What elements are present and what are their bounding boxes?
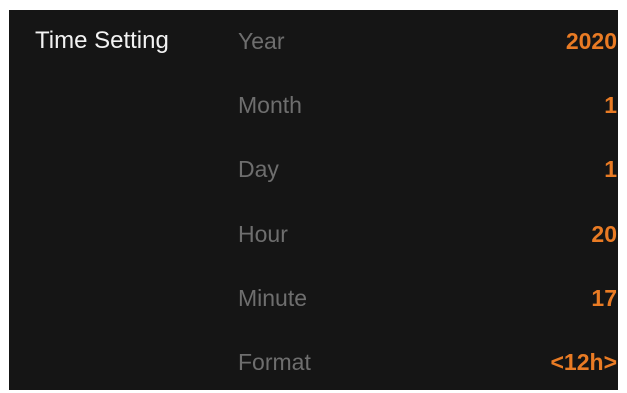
month-setting-row[interactable]: Month 1 [238, 74, 618, 136]
minute-label: Minute [238, 285, 308, 311]
format-value[interactable]: <12h> [551, 348, 618, 376]
format-setting-row[interactable]: Format <12h> [238, 331, 618, 393]
minute-value[interactable]: 17 [591, 284, 617, 312]
hour-setting-row[interactable]: Hour 20 [238, 203, 618, 265]
hour-value[interactable]: 20 [591, 220, 617, 248]
year-label: Year [238, 28, 285, 54]
format-label: Format [238, 349, 311, 375]
month-value[interactable]: 1 [604, 91, 617, 119]
time-setting-title: Time Setting [35, 27, 169, 54]
time-setting-screen: Time Setting Year 2020 Month 1 Day 1 Hou… [9, 10, 618, 390]
time-settings-list: Year 2020 Month 1 Day 1 Hour 20 Minute 1… [238, 10, 618, 390]
minute-setting-row[interactable]: Minute 17 [238, 267, 618, 329]
year-value[interactable]: 2020 [566, 27, 617, 55]
year-setting-row[interactable]: Year 2020 [238, 10, 618, 72]
day-value[interactable]: 1 [604, 155, 617, 183]
hour-label: Hour [238, 221, 288, 247]
day-label: Day [238, 156, 279, 182]
day-setting-row[interactable]: Day 1 [238, 138, 618, 200]
month-label: Month [238, 92, 302, 118]
